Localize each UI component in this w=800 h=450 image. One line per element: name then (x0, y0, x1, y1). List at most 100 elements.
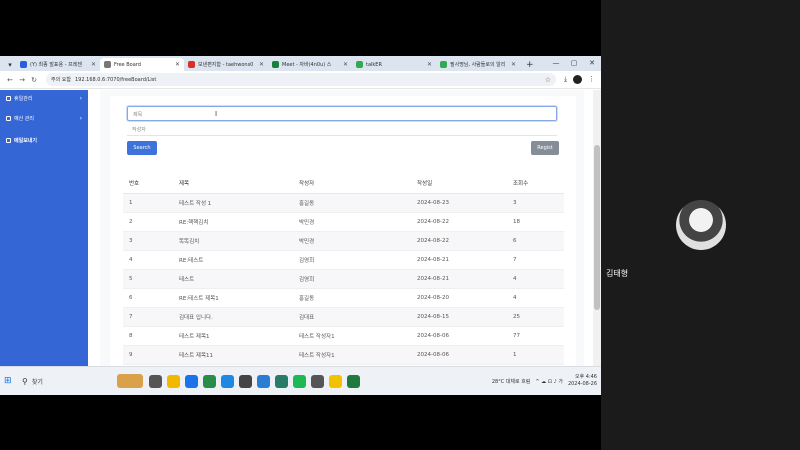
page: 휴일관리 › 예산 관리 › 메일보내기 제목 I 작성자 Search Reg… (0, 90, 601, 384)
table-row[interactable]: 2 RE:핵핵김치 박민경 2024-08-22 18 (123, 212, 564, 232)
sidebar-item-label: 예산 관리 (14, 116, 34, 122)
search-icon: ⚲ (22, 376, 28, 386)
sidebar-item-budget[interactable]: 예산 관리 › (6, 115, 82, 122)
clock-time: 오후 4:46 (574, 374, 597, 380)
back-button[interactable]: ← (4, 76, 16, 84)
tab-close-icon[interactable]: ✕ (91, 61, 96, 68)
mail-icon (6, 138, 11, 143)
toolbar-icons: ⤓ ⋮ (564, 75, 595, 84)
browser-tab[interactable]: 필사명님, 사람들로의 알리 ✕ (436, 58, 520, 71)
taskbar-app-icon[interactable] (275, 374, 288, 388)
tab-label: Free Board (114, 61, 141, 68)
browser-tabstrip: ▾ (Y) 최종 발표용 - 프레젠 ✕ Free Board ✕ 보낸편지함 - ta… (0, 56, 601, 71)
security-indicator[interactable]: 주의 요함 (51, 76, 71, 83)
cell-number: 5 (123, 269, 173, 289)
sidebar-item-holiday[interactable]: 휴일관리 › (6, 95, 82, 102)
reload-button[interactable]: ↻ (28, 76, 40, 84)
table-row[interactable]: 9 테스트 제목11 테스트 작성자1 2024-08-06 1 (123, 345, 564, 365)
browser-tab[interactable]: (Y) 최종 발표용 - 프레젠 ✕ (16, 58, 100, 71)
tab-favicon-icon (272, 61, 279, 68)
bookmark-star-icon[interactable]: ☆ (545, 76, 551, 84)
taskbar-app-icon[interactable] (257, 374, 270, 388)
board-table: 번호 제목 작성자 작성일 조회수 1 테스트 작성 1 홍길동 2024-08-23… (123, 174, 564, 384)
profile-avatar[interactable] (573, 75, 583, 84)
cell-date: 2024-08-06 (411, 345, 507, 365)
sidebar: 휴일관리 › 예산 관리 › 메일보내기 (0, 90, 88, 366)
cell-title[interactable]: RE:테스트 제목1 (173, 288, 293, 308)
tab-close-icon[interactable]: ✕ (343, 61, 348, 68)
taskbar-app-icon[interactable] (185, 374, 198, 388)
close-window-button[interactable]: ✕ (583, 56, 601, 71)
start-button[interactable]: ⊞ (4, 376, 18, 386)
title-search-input[interactable]: 제목 (127, 106, 557, 121)
weather-widget[interactable]: 28°C 대체로 흐림 (492, 378, 531, 385)
taskbar-app-icon[interactable] (311, 374, 324, 388)
text-cursor-icon: I (215, 110, 218, 118)
author-search-input[interactable]: 작성자 (127, 123, 557, 136)
browser-tab[interactable]: Meet - 자바(4n0u) 스 ✕ (268, 58, 352, 71)
clock[interactable]: 오후 4:46 2024-08-26 (568, 374, 597, 388)
vertical-scrollbar[interactable] (593, 90, 601, 366)
browser-tab[interactable]: Free Board ✕ (100, 58, 184, 71)
taskbar-app-icon[interactable] (293, 374, 306, 388)
screen: ▾ (Y) 최종 발표용 - 프레젠 ✕ Free Board ✕ 보낸편지함 - ta… (0, 56, 601, 395)
tab-label: Meet - 자바(4n0u) 스 (282, 62, 332, 68)
cell-title[interactable]: 테스트 작성 1 (173, 193, 293, 213)
minimize-button[interactable]: — (547, 56, 565, 71)
cell-title[interactable]: RE:핵핵김치 (173, 212, 293, 232)
taskbar-app-icon[interactable] (149, 374, 162, 388)
maximize-button[interactable]: ▢ (565, 56, 583, 71)
taskbar-app-icon[interactable] (203, 374, 216, 388)
cell-title[interactable]: 테스트 제목1 (173, 326, 293, 346)
sidebar-item-send-mail[interactable]: 메일보내기 (6, 137, 82, 144)
tray-icons[interactable]: ^ ☁ ⊡ ♪ 가 (535, 378, 563, 385)
cell-date: 2024-08-22 (411, 212, 507, 232)
table-row[interactable]: 8 테스트 제목1 테스트 작성자1 2024-08-06 77 (123, 326, 564, 346)
calendar-icon (6, 96, 11, 101)
forward-button[interactable]: → (16, 76, 28, 84)
cell-title[interactable]: RE:테스트 (173, 250, 293, 270)
participant-name: 김태형 (606, 269, 629, 278)
new-tab-button[interactable]: + (520, 58, 540, 71)
system-tray: 28°C 대체로 흐림 ^ ☁ ⊡ ♪ 가 오후 4:46 2024-08-26 (492, 374, 597, 388)
search-highlight-illustration (117, 374, 143, 388)
table-row[interactable]: 6 RE:테스트 제목1 홍길동 2024-08-20 4 (123, 288, 564, 308)
table-row[interactable]: 5 테스트 김영희 2024-08-21 4 (123, 269, 564, 289)
cell-number: 9 (123, 345, 173, 365)
tab-close-icon[interactable]: ✕ (259, 61, 264, 68)
cell-views: 4 (507, 269, 564, 289)
cell-title[interactable]: 테스트 (173, 269, 293, 289)
cell-title[interactable]: 김대표 입니다. (173, 307, 293, 327)
taskbar-app-icon[interactable] (167, 374, 180, 388)
cell-date: 2024-08-23 (411, 193, 507, 213)
tab-close-icon[interactable]: ✕ (511, 61, 516, 68)
taskbar-app-icon[interactable] (221, 374, 234, 388)
address-bar[interactable]: 주의 요함 192.168.0.6:7070/freeBoard/List ☆ (46, 73, 556, 86)
search-button[interactable]: Search (127, 141, 157, 155)
cell-title[interactable]: 똑똑김치 (173, 231, 293, 251)
taskbar-search[interactable]: ⚲ 찾기 (22, 372, 117, 390)
tab-search-menu[interactable]: ▾ (4, 59, 16, 71)
regist-button[interactable]: Regist (531, 141, 559, 155)
taskbar-app-icon[interactable] (347, 374, 360, 388)
browser-tab[interactable]: 보낸편지함 - taehwons0 ✕ (184, 58, 268, 71)
table-row[interactable]: 3 똑똑김치 박민경 2024-08-22 6 (123, 231, 564, 251)
cell-views: 1 (507, 345, 564, 365)
scrollbar-thumb[interactable] (594, 145, 600, 310)
table-row[interactable]: 7 김대표 입니다. 김대표 2024-08-15 25 (123, 307, 564, 327)
cell-title[interactable]: 테스트 제목11 (173, 345, 293, 365)
table-row[interactable]: 4 RE:테스트 김영희 2024-08-21 7 (123, 250, 564, 270)
tab-close-icon[interactable]: ✕ (427, 61, 432, 68)
cell-views: 3 (507, 193, 564, 213)
taskbar-app-icon[interactable] (239, 374, 252, 388)
main-content: 제목 I 작성자 Search Regist 번호 제목 작성자 작성일 조회수 (100, 90, 584, 384)
cell-date: 2024-08-20 (411, 288, 507, 308)
browser-tab[interactable]: talkER ✕ (352, 58, 436, 71)
table-row[interactable]: 1 테스트 작성 1 홍길동 2024-08-23 3 (123, 193, 564, 213)
browser-menu-icon[interactable]: ⋮ (588, 75, 595, 84)
tab-close-icon[interactable]: ✕ (175, 61, 180, 68)
download-icon[interactable]: ⤓ (564, 75, 567, 84)
cell-author: 김영희 (293, 269, 411, 289)
taskbar-app-icon[interactable] (329, 374, 342, 388)
sidebar-item-label: 휴일관리 (14, 96, 33, 102)
